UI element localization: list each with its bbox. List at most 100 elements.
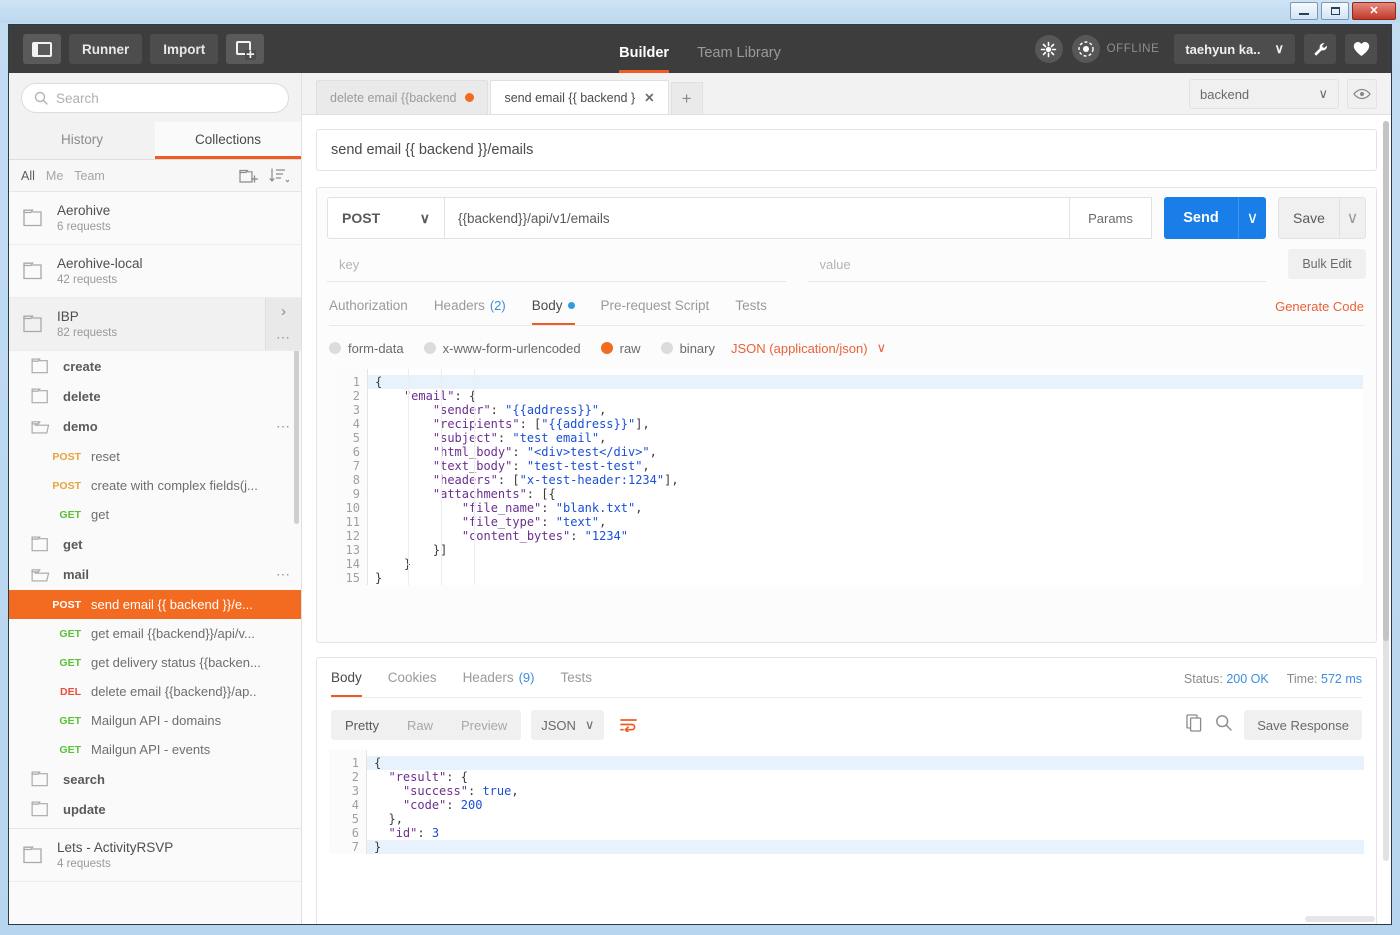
word-wrap-icon[interactable]	[614, 711, 642, 739]
content-type-select[interactable]: JSON (application/json) ∨	[731, 340, 886, 356]
sort-icon[interactable]	[269, 168, 289, 183]
request-row[interactable]: GET Mailgun API - domains	[9, 706, 301, 735]
tab-team-library[interactable]: Team Library	[697, 45, 781, 73]
view-mode-raw[interactable]: Raw	[393, 710, 447, 740]
response-code-area[interactable]: { "result": { "success": true, "code": 2…	[367, 750, 1364, 854]
folder-delete[interactable]: delete	[9, 381, 301, 411]
view-mode-pretty[interactable]: Pretty	[331, 710, 393, 740]
request-body-line[interactable]: "text_body": "test-test-test",	[368, 459, 1363, 473]
request-row[interactable]: GET get delivery status {{backen...	[9, 648, 301, 677]
response-body-viewer[interactable]: 1▼2▼34567 { "result": { "success": true,…	[329, 750, 1364, 924]
maximize-button[interactable]	[1321, 2, 1349, 20]
response-tab-cookies[interactable]: Cookies	[388, 670, 437, 697]
eye-icon[interactable]	[1347, 79, 1377, 109]
send-button[interactable]: Send	[1164, 197, 1238, 239]
response-body-line[interactable]: }	[367, 840, 1364, 854]
folder-update[interactable]: update	[9, 794, 301, 824]
folder-search[interactable]: search	[9, 764, 301, 794]
add-tab-button[interactable]: +	[670, 82, 703, 114]
request-row[interactable]: DEL delete email {{backend}}/ap..	[9, 677, 301, 706]
folder-mail[interactable]: mail ⋯	[9, 559, 301, 590]
request-body-line[interactable]: }	[368, 571, 1363, 585]
filter-all[interactable]: All	[21, 169, 35, 183]
response-body-line[interactable]: "id": 3	[367, 826, 1364, 840]
close-icon[interactable]: ✕	[644, 90, 654, 105]
tab-pre-request-script[interactable]: Pre-request Script	[601, 298, 710, 325]
user-menu-button[interactable]: taehyun ka.. ∨	[1174, 34, 1295, 64]
search-icon[interactable]	[1215, 714, 1232, 736]
sidebar-toggle-button[interactable]	[23, 34, 61, 64]
horizontal-scrollbar[interactable]	[1305, 916, 1375, 922]
request-body-line[interactable]: "file_name": "blank.txt",	[368, 501, 1363, 515]
response-body-line[interactable]: "success": true,	[367, 784, 1364, 798]
minimize-button[interactable]	[1290, 2, 1318, 20]
import-button[interactable]: Import	[150, 34, 219, 64]
request-body-line[interactable]: }	[368, 557, 1363, 571]
request-body-line[interactable]: "subject": "test email",	[368, 431, 1363, 445]
radio-binary[interactable]: binary	[660, 341, 715, 356]
request-body-line[interactable]: "html_body": "<div>test</div>",	[368, 445, 1363, 459]
request-body-editor[interactable]: 1▼2▼3456789▼101112131415 { "email": { "s…	[329, 368, 1364, 630]
save-options-button[interactable]: ∨	[1340, 197, 1366, 239]
bulk-edit-button[interactable]: Bulk Edit	[1288, 249, 1366, 279]
collection-row[interactable]: Aerohive 6 requests	[9, 192, 301, 245]
save-button[interactable]: Save	[1278, 197, 1340, 239]
collection-row-ibp[interactable]: IBP 82 requests › ⋯	[9, 298, 301, 351]
request-row-selected[interactable]: POST send email {{ backend }}/e...	[9, 590, 301, 619]
sidebar-tab-history[interactable]: History	[9, 122, 155, 159]
folder-demo[interactable]: demo ⋯	[9, 411, 301, 442]
search-input[interactable]: Search	[21, 83, 289, 113]
radio-raw[interactable]: raw	[600, 341, 641, 356]
url-input[interactable]: {{backend}}/api/v1/emails	[445, 197, 1070, 239]
request-row[interactable]: POST reset	[9, 442, 301, 471]
request-body-line[interactable]: "content_bytes": "1234"	[368, 529, 1363, 543]
request-row[interactable]: POST create with complex fields(j...	[9, 471, 301, 500]
collection-more-icon[interactable]: ⋯	[276, 329, 291, 346]
radio-form-data[interactable]: form-data	[329, 341, 404, 356]
filter-team[interactable]: Team	[74, 169, 105, 183]
response-tab-body[interactable]: Body	[331, 670, 362, 697]
response-tab-tests[interactable]: Tests	[560, 670, 592, 697]
folder-get[interactable]: get	[9, 529, 301, 559]
tab-builder[interactable]: Builder	[619, 45, 670, 73]
collection-row[interactable]: Aerohive-local 42 requests	[9, 245, 301, 298]
response-format-select[interactable]: JSON ∨	[531, 710, 605, 740]
request-row[interactable]: GET get email {{backend}}/api/v...	[9, 619, 301, 648]
param-value-input[interactable]: value	[807, 251, 1266, 282]
tab-authorization[interactable]: Authorization	[329, 298, 408, 325]
sidebar-tab-collections[interactable]: Collections	[155, 122, 301, 159]
runner-button[interactable]: Runner	[69, 34, 143, 64]
send-options-button[interactable]: ∨	[1238, 197, 1266, 239]
request-tab-inactive[interactable]: delete email {{backend	[316, 80, 489, 114]
request-body-line[interactable]: "recipients": ["{{address}}"],	[368, 417, 1363, 431]
request-body-line[interactable]: }]	[368, 543, 1363, 557]
response-body-line[interactable]: "code": 200	[367, 798, 1364, 812]
request-body-line[interactable]: "sender": "{{address}}",	[368, 403, 1363, 417]
request-body-line[interactable]: "headers": ["x-test-header:1234"],	[368, 473, 1363, 487]
folder-more-icon[interactable]: ⋯	[276, 566, 291, 583]
main-scrollbar[interactable]	[1383, 121, 1389, 861]
close-button[interactable]: ✕	[1352, 2, 1396, 20]
collections-list[interactable]: Aerohive 6 requests Aerohive-local 42 re…	[9, 192, 301, 924]
orbit-icon[interactable]	[1071, 35, 1100, 63]
response-body-line[interactable]: },	[367, 812, 1364, 826]
request-code[interactable]: 1▼2▼3456789▼101112131415 { "email": { "s…	[330, 369, 1363, 585]
new-window-button[interactable]: +	[226, 34, 265, 64]
heart-icon[interactable]	[1345, 34, 1377, 64]
copy-icon[interactable]	[1186, 713, 1203, 737]
view-mode-preview[interactable]: Preview	[447, 710, 521, 740]
params-button[interactable]: Params	[1070, 197, 1152, 239]
response-tab-headers[interactable]: Headers (9)	[463, 670, 535, 697]
request-row[interactable]: GET Mailgun API - events	[9, 735, 301, 764]
chevron-right-icon[interactable]: ›	[281, 303, 286, 320]
folder-create[interactable]: create	[9, 351, 301, 381]
folder-more-icon[interactable]: ⋯	[276, 418, 291, 435]
request-row[interactable]: GET get	[9, 500, 301, 529]
broadcast-icon[interactable]	[1034, 35, 1063, 63]
filter-me[interactable]: Me	[46, 169, 63, 183]
save-response-button[interactable]: Save Response	[1244, 710, 1362, 740]
wrench-icon[interactable]	[1304, 34, 1336, 64]
tab-headers[interactable]: Headers (2)	[434, 298, 506, 325]
tab-body[interactable]: Body	[531, 298, 575, 325]
request-code-area[interactable]: { "email": { "sender": "{{address}}", "r…	[368, 369, 1363, 585]
